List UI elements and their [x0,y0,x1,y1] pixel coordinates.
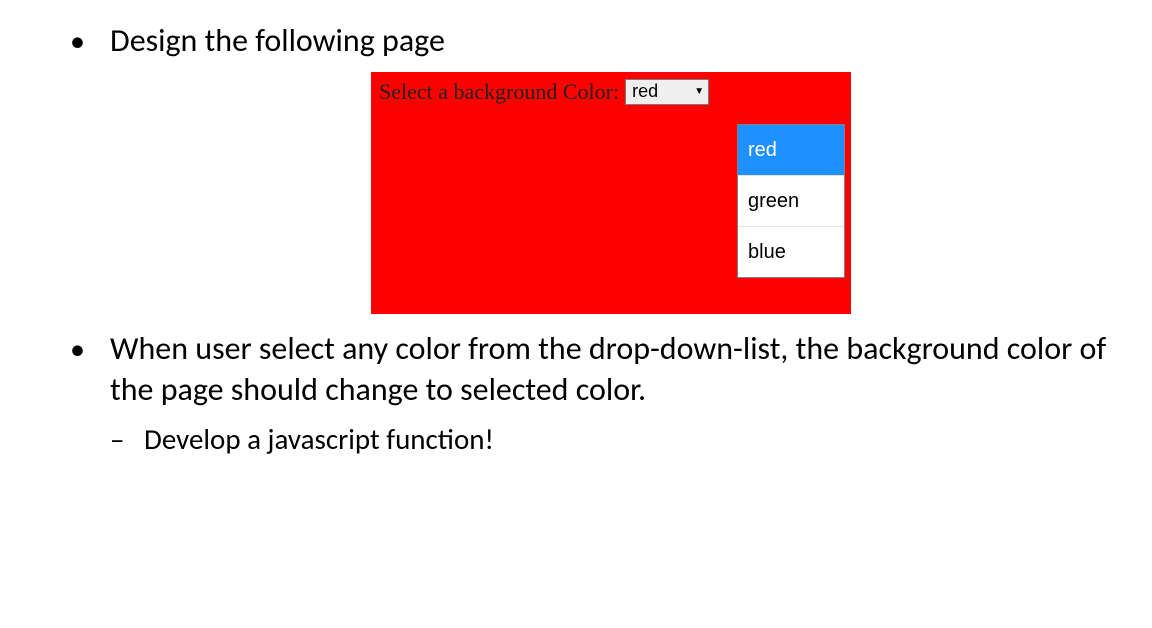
embedded-page: Select a background Color: red ▼ red gre… [371,72,851,314]
select-value: red [632,80,658,103]
color-select[interactable]: red ▼ [625,79,709,105]
option-red[interactable]: red [738,125,844,176]
sub-bullet-text-1: Develop a javascript function! [144,421,494,457]
dropdown-options-panel: red green blue [737,124,845,278]
bullet-item-1: Design the following page Select a backg… [80,20,1112,314]
bullet-text-1: Design the following page [110,21,445,60]
option-green[interactable]: green [738,176,844,227]
bullet-text-2: When user select any color from the drop… [110,329,1106,410]
sub-bullet-1: Develop a javascript function! [110,421,1112,459]
bullet-item-2: When user select any color from the drop… [80,328,1112,459]
prompt-row: Select a background Color: red ▼ [379,78,843,107]
embedded-page-wrapper: Select a background Color: red ▼ red gre… [110,72,1112,314]
select-label: Select a background Color: [379,78,619,107]
chevron-down-icon: ▼ [694,85,704,98]
option-blue[interactable]: blue [738,227,844,277]
